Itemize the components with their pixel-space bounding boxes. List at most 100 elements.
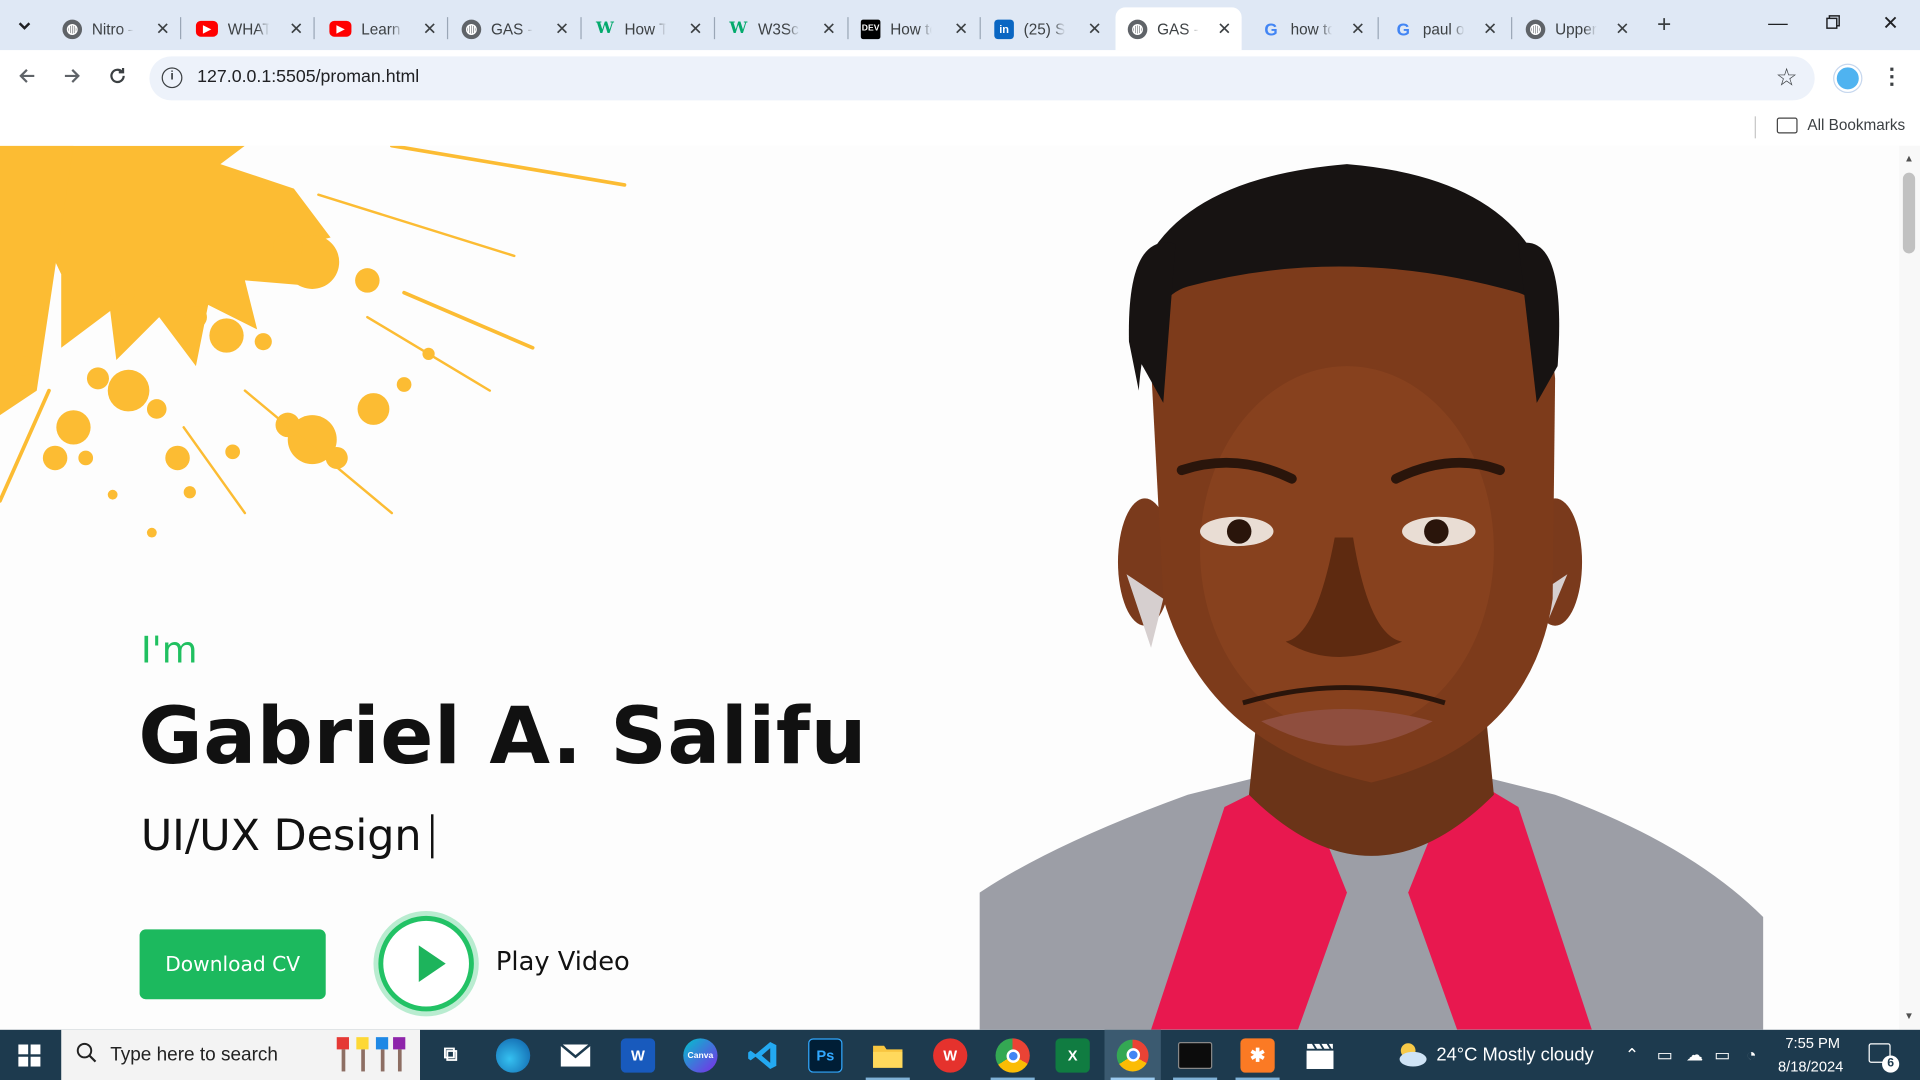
close-icon[interactable]: ✕ [951,18,971,39]
back-button[interactable] [10,61,44,95]
wps-icon[interactable]: W [933,1038,968,1073]
close-window-button[interactable]: ✕ [1872,10,1909,39]
tab-strip: ◍ Nitro – ✕ ▶ WHAT ✕ ▶ Learn E ✕ ◍ GAS -… [0,0,1920,51]
xampp-icon[interactable]: ✱ [1240,1038,1275,1073]
page-scrollbar[interactable]: ▲ ▼ [1899,145,1920,1030]
close-icon[interactable]: ✕ [686,18,706,39]
mail-icon[interactable] [558,1038,592,1072]
play-video-label[interactable]: Play Video [496,947,630,976]
browser-tab[interactable]: DEV How to ✕ [849,7,979,50]
taskbar-search-box[interactable]: Type here to search [61,1029,421,1080]
browser-toolbar: i 127.0.0.1:5505/proman.html ☆ [0,50,1920,107]
close-icon[interactable]: ✕ [153,18,173,39]
clock-date[interactable]: 8/18/2024 [1778,1058,1843,1075]
cloudy-weather-icon[interactable] [1393,1040,1427,1069]
close-icon[interactable]: ✕ [420,18,440,39]
excel-icon[interactable]: X [1055,1038,1090,1073]
restore-icon [1826,15,1840,29]
tab-title: How to [890,20,932,38]
file-explorer-icon[interactable] [871,1038,905,1072]
close-icon[interactable]: ✕ [1348,18,1368,39]
dev-icon: DEV [860,18,881,39]
profile-avatar[interactable] [1834,64,1862,92]
word-icon[interactable]: W [620,1038,656,1073]
globe-icon: ◍ [1525,18,1546,39]
paint-brushes-icon [336,1037,406,1072]
google-icon: G [1396,18,1410,39]
typing-caret [431,814,434,859]
restore-button[interactable] [1815,10,1852,39]
scrollbar-thumb[interactable] [1902,172,1916,254]
info-icon[interactable]: i [161,67,183,89]
tab-title: Learn E [361,20,403,38]
close-icon[interactable]: ✕ [287,18,307,39]
new-tab-button[interactable]: + [1651,11,1678,38]
terminal-icon[interactable] [1177,1042,1213,1069]
chrome-icon[interactable] [995,1038,1030,1073]
tab-divider [180,17,182,40]
tab-divider [580,17,582,40]
reload-icon [110,67,125,84]
tab-divider [713,17,716,40]
battery-icon[interactable]: ▭ [1714,1044,1730,1065]
close-icon[interactable]: ✕ [819,18,839,39]
tab-title: WHAT [227,20,270,38]
browser-tab[interactable]: W How To ✕ [583,7,713,50]
close-icon[interactable]: ✕ [1215,18,1235,39]
browser-tab-active[interactable]: ◍ GAS - ✕ [1115,7,1242,51]
minimize-button[interactable]: — [1760,10,1797,39]
tab-divider [1511,17,1513,40]
close-icon[interactable]: ✕ [1613,18,1633,39]
reload-button[interactable] [100,61,134,95]
clapper-icon[interactable] [1303,1038,1337,1072]
bookmarks-divider [1754,116,1756,139]
windows-start-icon[interactable] [18,1044,41,1067]
canva-icon[interactable]: Canva [683,1038,718,1073]
close-icon[interactable]: ✕ [1085,18,1105,39]
menu-icon[interactable]: ⋮ [1881,64,1903,90]
browser-tab[interactable]: G how to ✕ [1249,7,1375,50]
browser-tab[interactable]: ▶ WHAT ✕ [184,7,314,50]
url-text[interactable]: 127.0.0.1:5505/proman.html [197,67,419,87]
photoshop-icon[interactable]: Ps [808,1038,843,1073]
scroll-up-icon[interactable]: ▲ [1904,153,1914,164]
youtube-icon: ▶ [329,20,352,37]
folder-icon[interactable] [1776,117,1798,134]
browser-tab[interactable]: ▶ Learn E ✕ [317,7,447,50]
wifi-icon[interactable]: ◔ [1746,1044,1756,1064]
bookmark-star-icon[interactable]: ☆ [1776,62,1798,93]
google-icon: G [1264,18,1278,39]
clock-time[interactable]: 7:55 PM [1785,1035,1840,1052]
address-bar[interactable]: i 127.0.0.1:5505/proman.html ☆ [149,56,1815,101]
chrome-profile-taskbar-button[interactable] [1104,1029,1161,1080]
weather-text[interactable]: 24°C Mostly cloudy [1436,1044,1593,1065]
vscode-icon[interactable] [746,1038,780,1072]
download-cv-button[interactable]: Download CV [139,929,326,1000]
notification-count-badge: 6 [1882,1055,1900,1073]
browser-tab[interactable]: in (25) Sk ✕ [982,7,1112,50]
browser-tab[interactable]: ◍ GAS - I ✕ [449,7,579,50]
hero-name: Gabriel A. Salifu [138,691,867,783]
meet-now-icon[interactable]: ▭ [1657,1044,1673,1065]
task-view-icon[interactable]: ⧉ [433,1038,467,1072]
hero-role: UI/UX Design [141,812,434,861]
forward-button[interactable] [55,61,89,95]
close-icon[interactable]: ✕ [1480,18,1500,39]
browser-tab[interactable]: ◍ Upper ✕ [1513,7,1639,50]
all-bookmarks-link[interactable]: All Bookmarks [1807,116,1905,133]
scroll-down-icon[interactable]: ▼ [1904,1010,1914,1021]
youtube-icon: ▶ [195,20,218,37]
browser-tab[interactable]: ◍ Nitro – ✕ [50,7,180,50]
chevron-down-icon [18,21,31,30]
tab-search-button[interactable] [10,11,39,40]
close-icon[interactable]: ✕ [552,18,572,39]
browser-tab[interactable]: G paul or ✕ [1381,7,1507,50]
tray-chevron-icon[interactable]: ⌃ [1625,1044,1639,1065]
browser-tab[interactable]: W W3Sch ✕ [716,7,846,50]
tab-title: W3Sch [757,20,800,38]
screen: ◍ Nitro – ✕ ▶ WHAT ✕ ▶ Learn E ✕ ◍ GAS -… [0,0,1920,1080]
onedrive-icon[interactable]: ☁ [1686,1044,1703,1065]
edge-icon[interactable] [495,1038,531,1073]
windows-taskbar: Type here to search ⧉ W Canva Ps W X ✱ 2… [0,1029,1920,1080]
play-video-button[interactable] [378,915,474,1012]
